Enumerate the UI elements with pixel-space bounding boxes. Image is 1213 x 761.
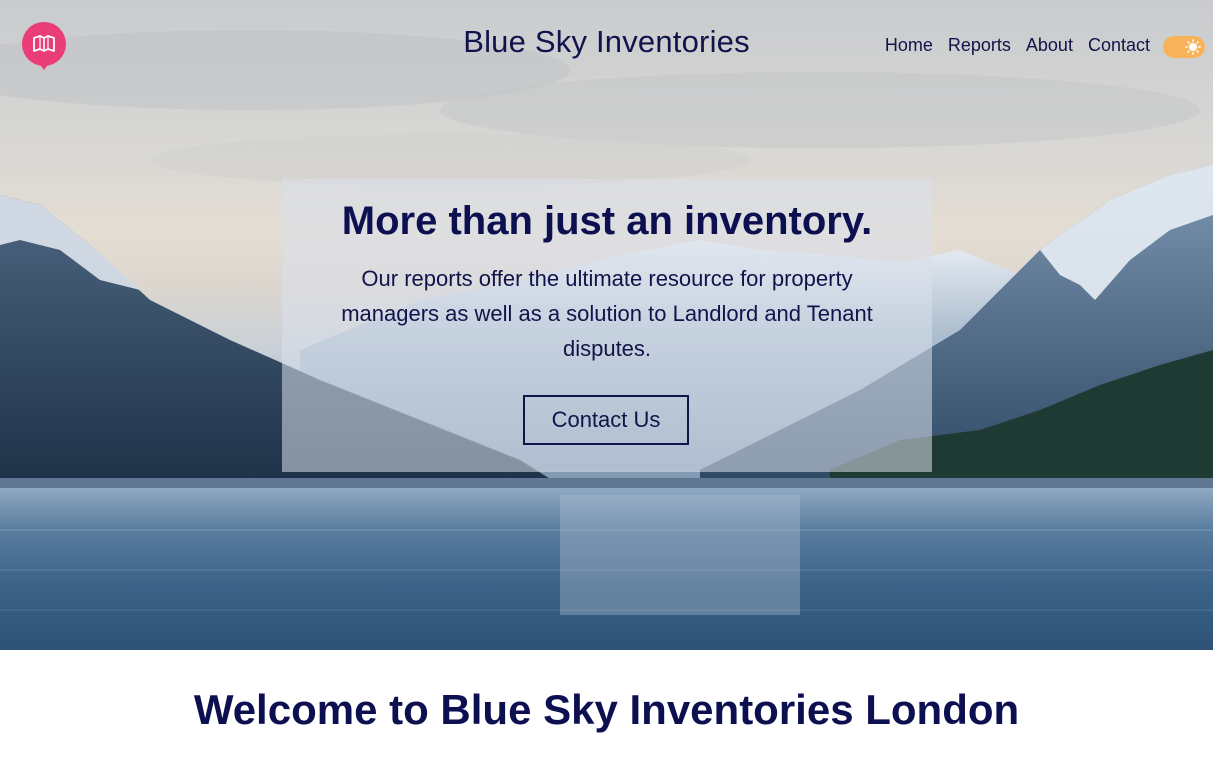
nav-about[interactable]: About (1026, 35, 1073, 56)
map-pin-book-icon (33, 35, 55, 52)
theme-toggle[interactable] (1163, 36, 1205, 58)
contact-us-button[interactable]: Contact Us (523, 395, 689, 445)
hero-headline: More than just an inventory. (341, 199, 873, 243)
main-nav: Home Reports About Contact (885, 35, 1150, 56)
nav-home[interactable]: Home (885, 35, 933, 56)
welcome-heading: Welcome to Blue Sky Inventories London (193, 686, 1020, 733)
nav-reports[interactable]: Reports (948, 35, 1011, 56)
site-title[interactable]: Blue Sky Inventories (463, 24, 750, 59)
nav-contact[interactable]: Contact (1088, 35, 1150, 56)
hero-card: More than just an inventory. Our reports… (282, 179, 932, 472)
sun-icon (1185, 39, 1201, 55)
logo[interactable] (22, 22, 66, 70)
hero-body: Our reports offer the ultimate resource … (341, 266, 873, 361)
page: Blue Sky Inventories Home Reports About … (0, 0, 1213, 761)
hero-section: Blue Sky Inventories Home Reports About … (0, 0, 1213, 650)
